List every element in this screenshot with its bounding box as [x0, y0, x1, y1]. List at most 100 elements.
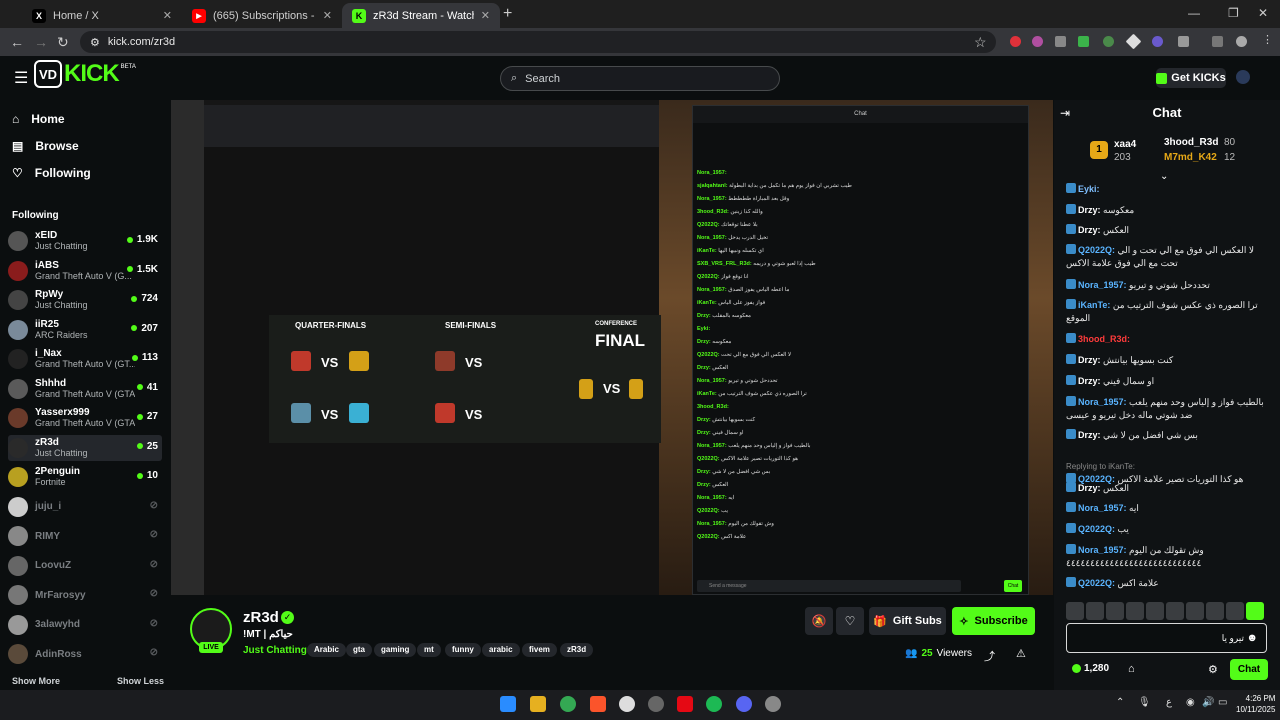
- chat-message[interactable]: iKanTe: ترا الصوره ذي عكس شوف الترتيب من…: [1066, 299, 1268, 325]
- hamburger-menu-icon[interactable]: ☰: [14, 68, 28, 88]
- chat-username[interactable]: Drzy:: [1078, 355, 1101, 365]
- window-close-icon[interactable]: ✕: [1258, 6, 1268, 20]
- close-icon[interactable]: ✕: [163, 9, 172, 22]
- gift-subs-button[interactable]: 🎁 Gift Subs: [869, 607, 946, 635]
- search-input[interactable]: ⌕ Search: [500, 66, 780, 91]
- emote-icon[interactable]: [1086, 602, 1104, 620]
- discord-icon[interactable]: [736, 696, 752, 712]
- new-tab-icon[interactable]: +: [503, 5, 512, 23]
- chat-username[interactable]: Eyki:: [1078, 184, 1100, 194]
- stream-category[interactable]: Just Chatting: [243, 645, 307, 656]
- url-field[interactable]: ⚙ kick.com/zr3d: [80, 31, 996, 53]
- chat-message[interactable]: Drzy: او سمال فيني: [1066, 375, 1268, 388]
- chat-username[interactable]: Q2022Q:: [1078, 245, 1115, 255]
- sidebar-channel-item[interactable]: Yasserx999 Grand Theft Auto V (GTA) 27: [8, 405, 162, 431]
- sidebar-channel-item[interactable]: MrFarosyy ⊘: [8, 582, 162, 608]
- app-icon[interactable]: [619, 696, 635, 712]
- stream-tag[interactable]: arabic: [482, 643, 520, 657]
- language-indicator[interactable]: ع: [1166, 697, 1172, 708]
- stream-tag[interactable]: funny: [445, 643, 481, 657]
- chat-message[interactable]: Nora_1957: بالطيب فواز و إلياس وحد منهم …: [1066, 396, 1268, 422]
- chat-username[interactable]: Drzy:: [1078, 483, 1101, 493]
- extension-icon[interactable]: [1010, 36, 1021, 47]
- chat-username[interactable]: Drzy:: [1078, 205, 1101, 215]
- sidebar-item-home[interactable]: ⌂ Home: [12, 112, 65, 126]
- app-icon[interactable]: [648, 696, 664, 712]
- emoji-picker-icon[interactable]: ☻: [1246, 632, 1258, 644]
- stream-tag[interactable]: Arabic: [307, 643, 346, 657]
- chat-message[interactable]: Nora_1957: ايه: [1066, 502, 1268, 515]
- chat-message[interactable]: 3hood_R3d:: [1066, 333, 1268, 346]
- wifi-icon[interactable]: ◉: [1186, 697, 1195, 708]
- chat-username[interactable]: Q2022Q:: [1078, 578, 1115, 588]
- brave-icon[interactable]: [590, 696, 606, 712]
- show-more-button[interactable]: Show More: [12, 676, 60, 686]
- sidebar-channel-item[interactable]: AdinRoss ⊘: [8, 641, 162, 667]
- chat-message[interactable]: Drzy: العكس: [1066, 224, 1268, 237]
- maximize-icon[interactable]: ❐: [1228, 6, 1239, 20]
- chrome-icon[interactable]: [560, 696, 576, 712]
- emote-icon[interactable]: [1106, 602, 1124, 620]
- chat-message[interactable]: Q2022Q: علامة اكس: [1066, 577, 1268, 590]
- emote-icon[interactable]: [1246, 602, 1264, 620]
- app-icon[interactable]: [765, 696, 781, 712]
- sidebar-item-following[interactable]: ♡ Following: [12, 166, 91, 180]
- spotify-icon[interactable]: [706, 696, 722, 712]
- close-icon[interactable]: ✕: [323, 9, 332, 22]
- chat-username[interactable]: Nora_1957:: [1078, 397, 1127, 407]
- extensions-puzzle-icon[interactable]: [1178, 36, 1189, 47]
- reload-icon[interactable]: ↻: [57, 34, 69, 51]
- netflix-icon[interactable]: [677, 696, 693, 712]
- chat-message[interactable]: Drzy: كنت بسويها بيانتش: [1066, 354, 1268, 367]
- send-chat-button[interactable]: Chat: [1230, 659, 1268, 680]
- stream-tag[interactable]: mt: [417, 643, 441, 657]
- system-clock[interactable]: 4:26 PM 10/11/2025: [1236, 693, 1275, 715]
- emote-icon[interactable]: [1226, 602, 1244, 620]
- volume-icon[interactable]: 🔊: [1202, 697, 1214, 708]
- microphone-icon[interactable]: 🎙: [1138, 697, 1151, 708]
- expand-leaderboard-icon[interactable]: ⌄: [1160, 171, 1168, 182]
- sidebar-channel-item[interactable]: 2Penguin Fortnite 10: [8, 464, 162, 490]
- emote-icon[interactable]: [1206, 602, 1224, 620]
- get-kicks-button[interactable]: Get KICKs: [1156, 68, 1226, 88]
- stream-tag[interactable]: gaming: [374, 643, 417, 657]
- chat-username[interactable]: Nora_1957:: [1078, 545, 1127, 555]
- extension-icon[interactable]: [1078, 36, 1089, 47]
- chat-username[interactable]: Drzy:: [1078, 225, 1101, 235]
- chat-username[interactable]: Drzy:: [1078, 430, 1101, 440]
- extension-icon[interactable]: [1032, 36, 1043, 47]
- video-player[interactable]: QUARTER-FINALS SEMI-FINALS CONFERENCE FI…: [171, 100, 1053, 595]
- profile-avatar-icon[interactable]: [1236, 36, 1247, 47]
- store-icon[interactable]: ⌂: [1128, 663, 1135, 675]
- sidebar-channel-item[interactable]: 3alawyhd ⊘: [8, 612, 162, 638]
- emote-icon[interactable]: [1126, 602, 1144, 620]
- forward-icon[interactable]: →: [34, 34, 48, 50]
- chat-message[interactable]: Nora_1957: تحددحل شوتي و تيريو: [1066, 279, 1268, 292]
- close-icon[interactable]: ✕: [481, 9, 490, 22]
- sidebar-channel-item[interactable]: RpWy Just Chatting 724: [8, 287, 162, 313]
- user-avatar[interactable]: [1236, 70, 1250, 84]
- chat-username[interactable]: Nora_1957:: [1078, 503, 1127, 513]
- extension-icon[interactable]: [1055, 36, 1066, 47]
- extension-icon[interactable]: [1152, 36, 1163, 47]
- chat-message[interactable]: Drzy: العكس: [1066, 482, 1268, 495]
- sidebar-channel-item[interactable]: Shhhd Grand Theft Auto V (GTA) 41: [8, 376, 162, 402]
- chat-message[interactable]: Nora_1957: وش تقولك من اليوم ٤٤٤٤٤٤٤٤٤٤٤…: [1066, 544, 1268, 570]
- emote-icon[interactable]: [1166, 602, 1184, 620]
- streamer-name[interactable]: zR3d: [243, 609, 279, 626]
- chat-message[interactable]: Eyki:: [1066, 183, 1268, 196]
- tab-youtube[interactable]: ▶ (665) Subscriptions - YouTube ✕: [182, 3, 342, 28]
- tray-overflow-icon[interactable]: ⌃: [1116, 697, 1124, 708]
- follow-button[interactable]: ♡: [836, 607, 864, 635]
- settings-gear-icon[interactable]: ⚙: [1208, 663, 1218, 676]
- stream-tag[interactable]: gta: [346, 643, 372, 657]
- show-less-button[interactable]: Show Less: [117, 676, 164, 686]
- chat-message[interactable]: Q2022Q: يب: [1066, 523, 1268, 536]
- chat-message[interactable]: Q2022Q: لا العكس الي فوق مع الي تحت و ال…: [1066, 244, 1268, 270]
- battery-icon[interactable]: ▭: [1218, 697, 1227, 708]
- tab-x[interactable]: X Home / X ✕: [22, 3, 182, 28]
- stream-tag[interactable]: fivem: [522, 643, 557, 657]
- reading-list-icon[interactable]: [1212, 36, 1223, 47]
- sidebar-channel-item[interactable]: iABS Grand Theft Auto V (G... 1.5K: [8, 258, 162, 284]
- windows-start-icon[interactable]: [500, 696, 516, 712]
